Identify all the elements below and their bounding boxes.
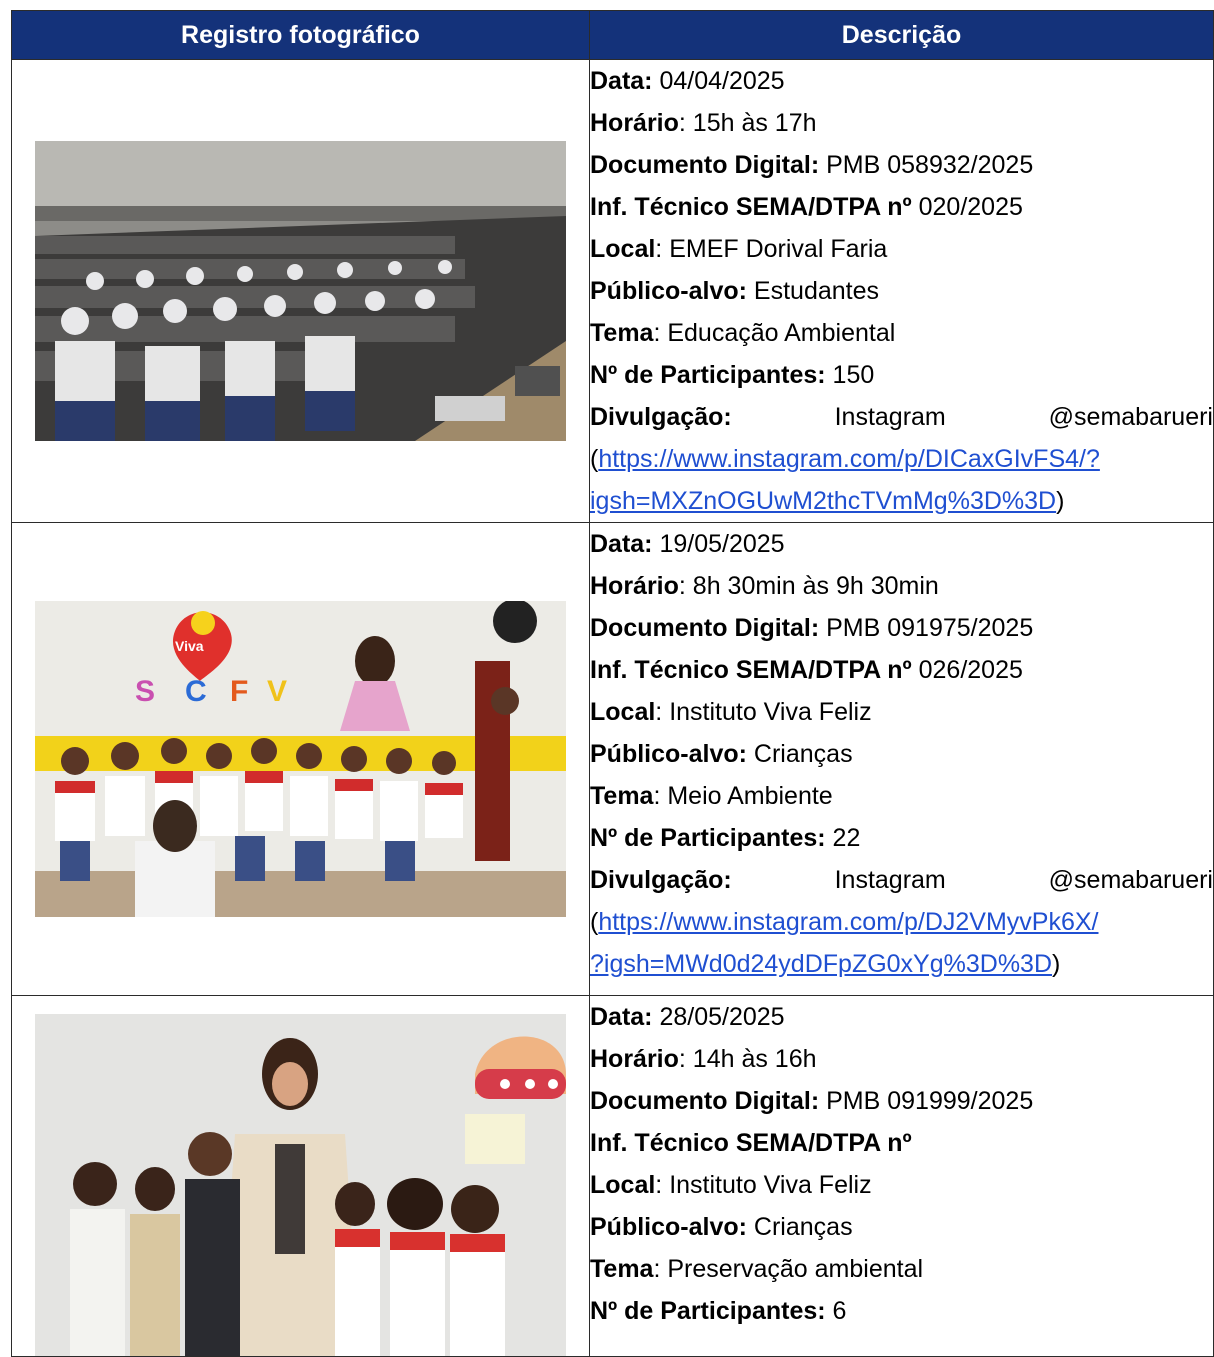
participants-value: 150 [832,361,875,389]
tema-label: Tema [590,319,654,347]
record-row: Viva S C F V Data: 19/05/2025 Horário: 8… [11,522,1214,996]
local-value: : Instituto Viva Feliz [655,1171,872,1199]
date-value: 19/05/2025 [659,530,785,558]
description-cell: Data: 28/05/2025 Horário: 14h às 16h Doc… [589,995,1214,1357]
photo-cell: Viva S C F V [11,522,590,996]
svg-text:Viva: Viva [175,638,204,654]
photo-auditorium [35,141,566,441]
doc-label: Documento Digital: [590,614,820,642]
time-label: Horário [590,109,679,137]
doc-value: PMB 058932/2025 [826,151,1034,179]
time-value: : 15h às 17h [678,109,817,137]
header-photo: Registro fotográfico [11,10,590,60]
divulgacao-platform: Instagram [834,866,946,894]
local-value: : EMEF Dorival Faria [655,235,888,263]
description-cell: Data: 04/04/2025 Horário: 15h às 17h Doc… [589,59,1214,523]
instagram-link[interactable]: https://www.instagram.com/p/DJ2VMyvPk6X/ [598,908,1098,936]
tema-label: Tema [590,782,654,810]
instagram-link[interactable]: https://www.instagram.com/p/DICaxGIvFS4/… [598,445,1100,473]
date-label: Data: [590,67,653,95]
svg-text:C: C [185,675,207,708]
divulgacao-platform: Instagram [834,403,946,431]
publico-label: Público-alvo: [590,277,747,305]
publico-value: Crianças [753,740,853,768]
publico-label: Público-alvo: [590,740,747,768]
inf-value: 026/2025 [918,656,1023,684]
registro-table: Registro fotográfico Descrição Data: 04/… [11,10,1214,1357]
svg-text:S: S [135,675,155,708]
local-value: : Instituto Viva Feliz [655,698,872,726]
doc-value: PMB 091999/2025 [826,1087,1034,1115]
inf-label: Inf. Técnico SEMA/DTPA nº [590,193,912,221]
date-label: Data: [590,530,653,558]
divulgacao-label: Divulgação: [590,403,732,431]
tema-value: : Meio Ambiente [653,782,833,810]
local-label: Local [590,235,656,263]
doc-label: Documento Digital: [590,151,820,179]
photo-children-teacher [35,1014,566,1356]
tema-value: : Preservação ambiental [653,1255,924,1283]
record-row: Data: 28/05/2025 Horário: 14h às 16h Doc… [11,995,1214,1357]
photo-children-group: Viva S C F V [35,601,566,917]
time-value: : 8h 30min às 9h 30min [678,572,939,600]
time-label: Horário [590,1045,679,1073]
publico-label: Público-alvo: [590,1213,747,1241]
divulgacao-handle: @semabarueri [1048,403,1213,431]
inf-label: Inf. Técnico SEMA/DTPA nº [590,1129,912,1157]
instagram-link-cont[interactable]: igsh=MXZnOGUwM2thcTVmMg%3D%3D [590,487,1056,515]
divulgacao-label: Divulgação: [590,866,732,894]
record-row: Data: 04/04/2025 Horário: 15h às 17h Doc… [11,59,1214,523]
tema-label: Tema [590,1255,654,1283]
header-description: Descrição [589,10,1214,60]
doc-label: Documento Digital: [590,1087,820,1115]
instagram-link-cont[interactable]: ?igsh=MWd0d24ydDFpZG0xYg%3D%3D [590,950,1052,978]
tema-value: : Educação Ambiental [653,319,896,347]
time-label: Horário [590,572,679,600]
date-value: 28/05/2025 [659,1003,785,1031]
participants-label: Nº de Participantes: [590,361,826,389]
date-label: Data: [590,1003,653,1031]
inf-value: 020/2025 [918,193,1023,221]
divulgacao-handle: @semabarueri [1048,866,1213,894]
publico-value: Estudantes [753,277,880,305]
description-cell: Data: 19/05/2025 Horário: 8h 30min às 9h… [589,522,1214,996]
photo-cell [11,995,590,1357]
header-row: Registro fotográfico Descrição [11,10,1214,60]
svg-text:V: V [267,675,287,708]
publico-value: Crianças [753,1213,853,1241]
photo-cell [11,59,590,523]
participants-label: Nº de Participantes: [590,1297,826,1325]
date-value: 04/04/2025 [659,67,785,95]
participants-label: Nº de Participantes: [590,824,826,852]
local-label: Local [590,1171,656,1199]
svg-text:F: F [230,675,248,708]
participants-value: 6 [832,1297,847,1325]
inf-label: Inf. Técnico SEMA/DTPA nº [590,656,912,684]
doc-value: PMB 091975/2025 [826,614,1034,642]
participants-value: 22 [832,824,861,852]
time-value: : 14h às 16h [678,1045,817,1073]
local-label: Local [590,698,656,726]
